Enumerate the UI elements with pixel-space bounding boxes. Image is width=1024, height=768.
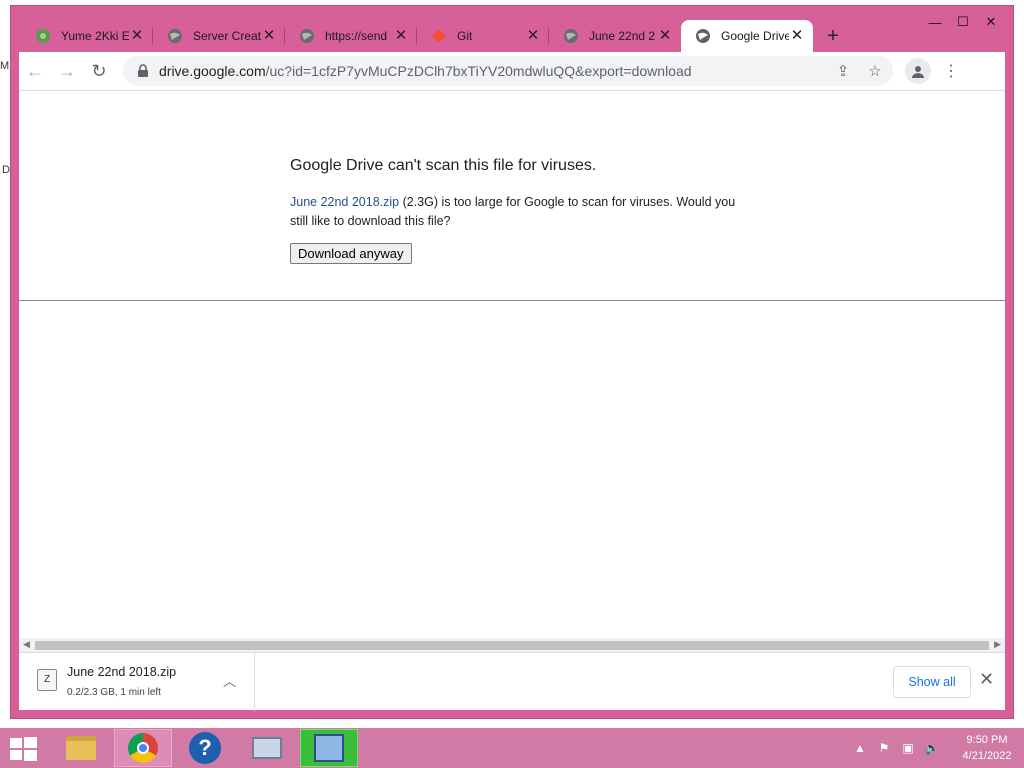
performance-monitor-taskbar-button[interactable] — [238, 729, 296, 767]
chevron-up-icon[interactable]: ︿ — [223, 671, 236, 690]
clock-time: 9:50 PM — [966, 734, 1008, 746]
forward-button[interactable]: → — [51, 56, 83, 86]
close-tab-icon[interactable]: ✕ — [129, 28, 145, 44]
download-file-name: June 22nd 2018.zip — [67, 665, 177, 679]
notice-message: June 22nd 2018.zip (2.3G) is too large f… — [290, 193, 740, 231]
globe-icon — [696, 29, 710, 43]
url-path: /uc?id=1cfzP7yvMuCPzDClh7bxTiYV20mdwluQQ… — [265, 63, 692, 79]
yume-favicon-icon — [36, 29, 50, 43]
tab-title: Yume 2Kki E — [61, 29, 129, 43]
maximize-button[interactable]: ☐ — [949, 12, 977, 32]
help-icon: ? — [189, 732, 221, 764]
close-tab-icon[interactable]: ✕ — [789, 28, 805, 44]
show-all-button[interactable]: Show all — [893, 666, 971, 698]
tab-title: Server Creat — [193, 29, 261, 43]
url-host: drive.google.com — [159, 63, 266, 79]
close-tab-icon[interactable]: ✕ — [657, 28, 673, 44]
tab-title: https://send — [325, 29, 388, 43]
download-status: 0.2/2.3 GB, 1 min left — [67, 687, 161, 698]
desktop-edge-label: M — [0, 60, 10, 72]
back-button[interactable]: ← — [19, 56, 51, 86]
close-shelf-icon[interactable]: ✕ — [979, 669, 994, 690]
volume-muted-icon[interactable]: 🔈 — [920, 741, 944, 755]
clock[interactable]: 9:50 PM 4/21/2022 — [950, 732, 1024, 764]
browser-menu-icon[interactable]: ⋮ — [941, 61, 961, 81]
file-explorer-taskbar-button[interactable] — [52, 729, 110, 767]
network-icon[interactable]: ▣ — [896, 741, 920, 755]
tab-title: Git — [457, 29, 473, 43]
scroll-left-icon[interactable]: ◀ — [23, 639, 30, 650]
notice-heading: Google Drive can't scan this file for vi… — [290, 157, 597, 174]
monitor-icon — [252, 737, 282, 759]
profile-avatar-icon[interactable] — [905, 58, 931, 84]
action-center-flag-icon[interactable]: ⚑ — [872, 741, 896, 755]
zip-file-icon: Z — [37, 669, 57, 691]
start-button-icon[interactable] — [8, 736, 38, 762]
close-tab-icon[interactable]: ✕ — [525, 28, 541, 44]
window-controls: — ☐ ✕ — [921, 12, 1005, 32]
tab-title: June 22nd 2 — [589, 29, 656, 43]
download-anyway-button[interactable]: Download anyway — [290, 243, 412, 264]
horizontal-scrollbar[interactable]: ◀ ▶ — [19, 638, 1005, 652]
browser-toolbar: ← → ↻ drive.google.com/uc?id=1cfzP7yvMuC… — [19, 52, 1005, 90]
chrome-taskbar-button[interactable] — [114, 729, 172, 767]
folder-icon — [66, 736, 96, 760]
virus-scan-notice: Google Drive can't scan this file for vi… — [290, 157, 740, 264]
scrollbar-thumb[interactable] — [35, 641, 989, 650]
system-tray: ▲ ⚑ ▣ 🔈 9:50 PM 4/21/2022 — [848, 728, 1024, 768]
chrome-icon — [128, 733, 158, 763]
page-divider — [19, 300, 1005, 301]
url-text: drive.google.com/uc?id=1cfzP7yvMuCPzDClh… — [159, 63, 692, 79]
page-viewport: Google Drive can't scan this file for vi… — [19, 90, 1005, 652]
installer-icon — [314, 734, 344, 762]
clock-date: 4/21/2022 — [962, 750, 1012, 762]
tab-june-22nd[interactable]: June 22nd 2 ✕ — [549, 20, 681, 52]
tab-strip: Yume 2Kki E ✕ Server Creat ✕ https://sen… — [21, 20, 849, 52]
browser-window: — ☐ ✕ Yume 2Kki E ✕ Server Creat ✕ https… — [10, 5, 1014, 719]
share-icon[interactable]: ⇪ — [831, 62, 855, 80]
close-tab-icon[interactable]: ✕ — [393, 28, 409, 44]
tab-google-drive[interactable]: Google Drive ✕ — [681, 20, 813, 52]
close-tab-icon[interactable]: ✕ — [261, 28, 277, 44]
download-shelf: Z June 22nd 2018.zip 0.2/2.3 GB, 1 min l… — [19, 652, 1005, 711]
git-icon — [431, 28, 447, 44]
desktop-edge-label: D — [2, 164, 10, 176]
close-window-button[interactable]: ✕ — [977, 12, 1005, 32]
minimize-button[interactable]: — — [921, 12, 949, 32]
globe-icon — [168, 29, 182, 43]
lock-icon — [138, 64, 148, 77]
address-bar-actions: ⇪ ☆ — [831, 62, 893, 80]
scroll-right-icon[interactable]: ▶ — [994, 639, 1001, 650]
tab-send[interactable]: https://send ✕ — [285, 20, 417, 52]
globe-icon — [564, 29, 578, 43]
bookmark-star-icon[interactable]: ☆ — [863, 62, 887, 80]
file-name-link[interactable]: June 22nd 2018.zip — [290, 195, 399, 209]
tab-yume-2kki[interactable]: Yume 2Kki E ✕ — [21, 20, 153, 52]
taskbar: ? ▲ ⚑ ▣ 🔈 9:50 PM 4/21/2022 — [0, 728, 1024, 768]
tab-title: Google Drive — [721, 29, 789, 43]
new-tab-button[interactable]: + — [817, 20, 849, 52]
globe-icon — [300, 29, 314, 43]
tab-server-creat[interactable]: Server Creat ✕ — [153, 20, 285, 52]
installer-taskbar-button[interactable] — [300, 729, 358, 767]
tray-overflow-icon[interactable]: ▲ — [848, 741, 872, 755]
reload-button[interactable]: ↻ — [83, 56, 115, 86]
tab-git[interactable]: Git ✕ — [417, 20, 549, 52]
address-bar[interactable]: drive.google.com/uc?id=1cfzP7yvMuCPzDClh… — [123, 56, 893, 86]
help-taskbar-button[interactable]: ? — [176, 729, 234, 767]
download-item[interactable]: Z June 22nd 2018.zip 0.2/2.3 GB, 1 min l… — [19, 653, 255, 711]
